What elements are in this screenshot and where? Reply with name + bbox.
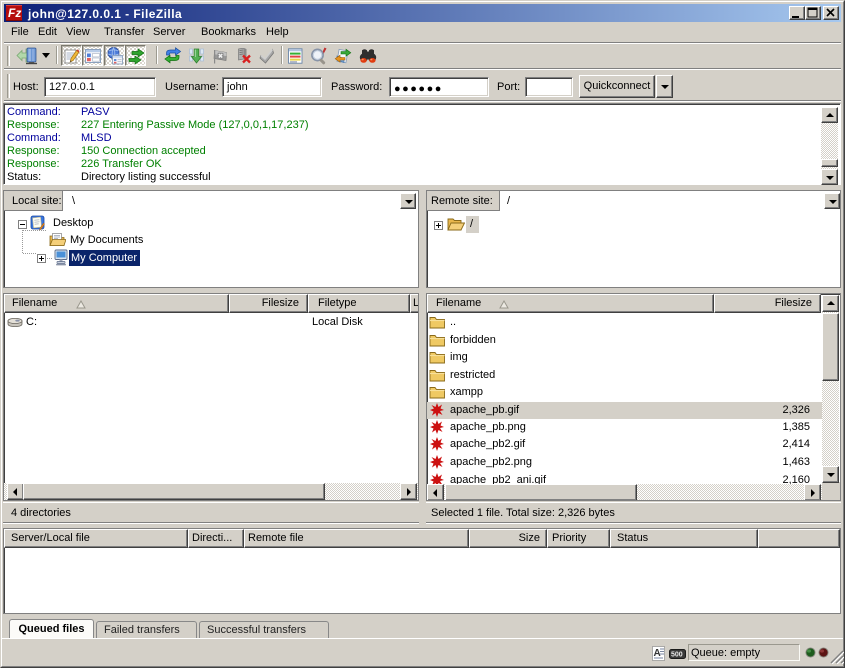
svg-text:Fz: Fz bbox=[8, 6, 21, 20]
svg-text:500: 500 bbox=[671, 652, 683, 659]
svg-text:A: A bbox=[654, 648, 661, 659]
